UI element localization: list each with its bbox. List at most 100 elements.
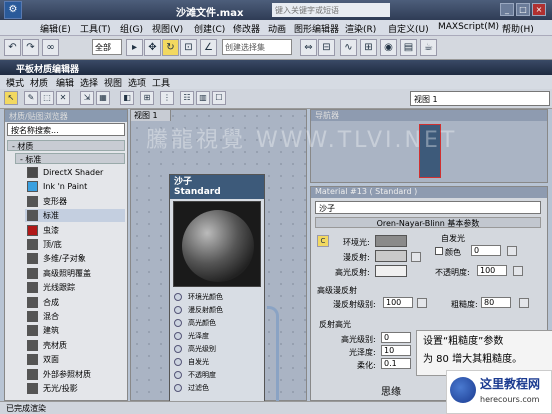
navigator-icon[interactable]: ☐	[212, 91, 226, 105]
ambient-color-swatch[interactable]	[375, 235, 407, 247]
search-input[interactable]: 键入关键字或短语	[272, 3, 390, 17]
render-setup-icon[interactable]: ▤	[400, 39, 417, 56]
menu-modifiers[interactable]: 修改器	[233, 22, 260, 35]
socket-icon[interactable]	[174, 293, 182, 301]
socket-icon[interactable]	[174, 345, 182, 353]
node-input-slot[interactable]: 漫反射颜色	[172, 304, 264, 316]
opacity-spinner[interactable]: 100	[477, 265, 507, 276]
group-materials[interactable]: - 材质	[7, 140, 125, 151]
material-list-item[interactable]: 壳材质	[25, 339, 125, 352]
menu-select[interactable]: 选择	[80, 76, 98, 89]
socket-icon[interactable]	[174, 371, 182, 379]
material-list-item[interactable]: 外部参照材质	[25, 368, 125, 381]
assign-material-icon[interactable]: ⬚	[40, 91, 54, 105]
menu-graph-editors[interactable]: 图形编辑器	[294, 22, 339, 35]
view-select-dropdown[interactable]: 视图 1	[410, 91, 550, 106]
node-input-slot[interactable]: 自发光	[172, 356, 264, 368]
lock-icon[interactable]: C	[317, 235, 329, 247]
color-checkbox[interactable]	[435, 247, 443, 255]
socket-icon[interactable]	[174, 306, 182, 314]
node-input-slot[interactable]: 高光颜色	[172, 317, 264, 329]
move-children-icon[interactable]: ⇲	[80, 91, 94, 105]
menu-view[interactable]: 视图	[104, 76, 122, 89]
socket-icon[interactable]	[174, 319, 182, 327]
show-map-icon[interactable]: ◧	[120, 91, 134, 105]
material-list-item[interactable]: 变形器	[25, 195, 125, 208]
material-list-item[interactable]: 高级照明覆盖	[25, 267, 125, 280]
render-icon[interactable]: ☕	[420, 39, 437, 56]
layout-all-icon[interactable]: ⊞	[140, 91, 154, 105]
material-list-item[interactable]: 光线跟踪	[25, 281, 125, 294]
named-selection-dropdown[interactable]: 创建选择集	[222, 39, 292, 55]
node-header[interactable]: 沙子 Standard	[170, 175, 264, 199]
minimize-button[interactable]: _	[500, 3, 514, 16]
app-logo-icon[interactable]: ⚙	[4, 1, 22, 19]
move-icon[interactable]: ✥	[144, 39, 161, 56]
menu-group[interactable]: 组(G)	[120, 22, 143, 35]
material-list-item[interactable]: 混合	[25, 310, 125, 323]
link-icon[interactable]: ∞	[42, 39, 59, 56]
material-editor-icon[interactable]: ◉	[380, 39, 397, 56]
selection-filter-dropdown[interactable]: 全部	[92, 39, 122, 55]
diffuse-level-spinner[interactable]: 100	[383, 297, 413, 308]
material-list-item[interactable]: 建筑	[25, 324, 125, 337]
socket-icon[interactable]	[174, 332, 182, 340]
menu-edit[interactable]: 编辑	[56, 76, 74, 89]
redo-icon[interactable]: ↷	[22, 39, 39, 56]
menu-animation[interactable]: 动画	[268, 22, 286, 35]
menu-modes[interactable]: 模式	[6, 76, 24, 89]
node-input-slot[interactable]: 环境光颜色	[172, 291, 264, 303]
close-button[interactable]: ×	[532, 3, 546, 16]
material-list-item[interactable]: DirectX Shader	[25, 166, 125, 179]
material-name-field[interactable]: 沙子	[315, 201, 541, 214]
background-icon[interactable]: ▦	[96, 91, 110, 105]
material-list-item[interactable]: 顶/底	[25, 238, 125, 251]
select-tool-icon[interactable]: ↖	[4, 91, 18, 105]
menu-material[interactable]: 材质	[30, 76, 48, 89]
diffuse-map-button[interactable]	[411, 252, 421, 262]
socket-icon[interactable]	[174, 358, 182, 366]
select-icon[interactable]: ▸	[126, 39, 143, 56]
diffuse-level-map-button[interactable]	[417, 298, 427, 308]
rotate-icon[interactable]: ↻	[162, 39, 179, 56]
material-list-item[interactable]: 虫漆	[25, 224, 125, 237]
material-list-item[interactable]: Ink 'n Paint	[25, 180, 125, 193]
menu-rendering[interactable]: 渲染(R)	[345, 22, 376, 35]
menu-create[interactable]: 创建(C)	[194, 22, 225, 35]
menu-tools[interactable]: 工具(T)	[80, 22, 111, 35]
material-list-item[interactable]: 多维/子对象	[25, 252, 125, 265]
socket-icon[interactable]	[174, 384, 182, 392]
undo-icon[interactable]: ↶	[4, 39, 21, 56]
maximize-button[interactable]: □	[516, 3, 530, 16]
snap-icon[interactable]: ∠	[200, 39, 217, 56]
layout-children-icon[interactable]: ⋮	[160, 91, 174, 105]
menu-help[interactable]: 帮助(H)	[502, 22, 534, 35]
node-input-slot[interactable]: 光泽度	[172, 330, 264, 342]
node-input-slot[interactable]: 不透明度	[172, 369, 264, 381]
menu-utilities[interactable]: 工具	[152, 76, 170, 89]
pick-material-icon[interactable]: ✎	[24, 91, 38, 105]
menu-customize[interactable]: 自定义(U)	[388, 22, 429, 35]
glossiness-spinner[interactable]: 10	[381, 345, 411, 356]
material-list-item[interactable]: 合成	[25, 296, 125, 309]
schematic-icon[interactable]: ⊞	[360, 39, 377, 56]
menu-options[interactable]: 选项	[128, 76, 146, 89]
material-node[interactable]: 沙子 Standard 环境光颜色 漫反射颜色 高光颜色 光泽度 高光级别 自发光 不透明度过…	[169, 174, 265, 402]
view-tab[interactable]: 视图 1	[131, 110, 171, 121]
browser-toggle-icon[interactable]: ▥	[196, 91, 210, 105]
node-input-slot[interactable]: 过滤色	[172, 382, 264, 394]
curve-editor-icon[interactable]: ∿	[340, 39, 357, 56]
roughness-map-button[interactable]	[519, 298, 529, 308]
material-list-item[interactable]: 无光/投影	[25, 382, 125, 395]
self-illum-map-button[interactable]	[507, 246, 517, 256]
delete-icon[interactable]: ✕	[56, 91, 70, 105]
mirror-icon[interactable]: ⇔	[300, 39, 317, 56]
specular-color-swatch[interactable]	[375, 265, 407, 277]
diffuse-color-swatch[interactable]	[375, 250, 407, 262]
scale-icon[interactable]: ⊡	[180, 39, 197, 56]
material-parameter-editor-icon[interactable]: ☷	[180, 91, 194, 105]
opacity-map-button[interactable]	[513, 266, 523, 276]
spec-level-spinner[interactable]: 0	[381, 332, 411, 343]
menu-maxscript[interactable]: MAXScript(M)	[438, 22, 499, 32]
node-input-slot[interactable]: 高光级别	[172, 343, 264, 355]
